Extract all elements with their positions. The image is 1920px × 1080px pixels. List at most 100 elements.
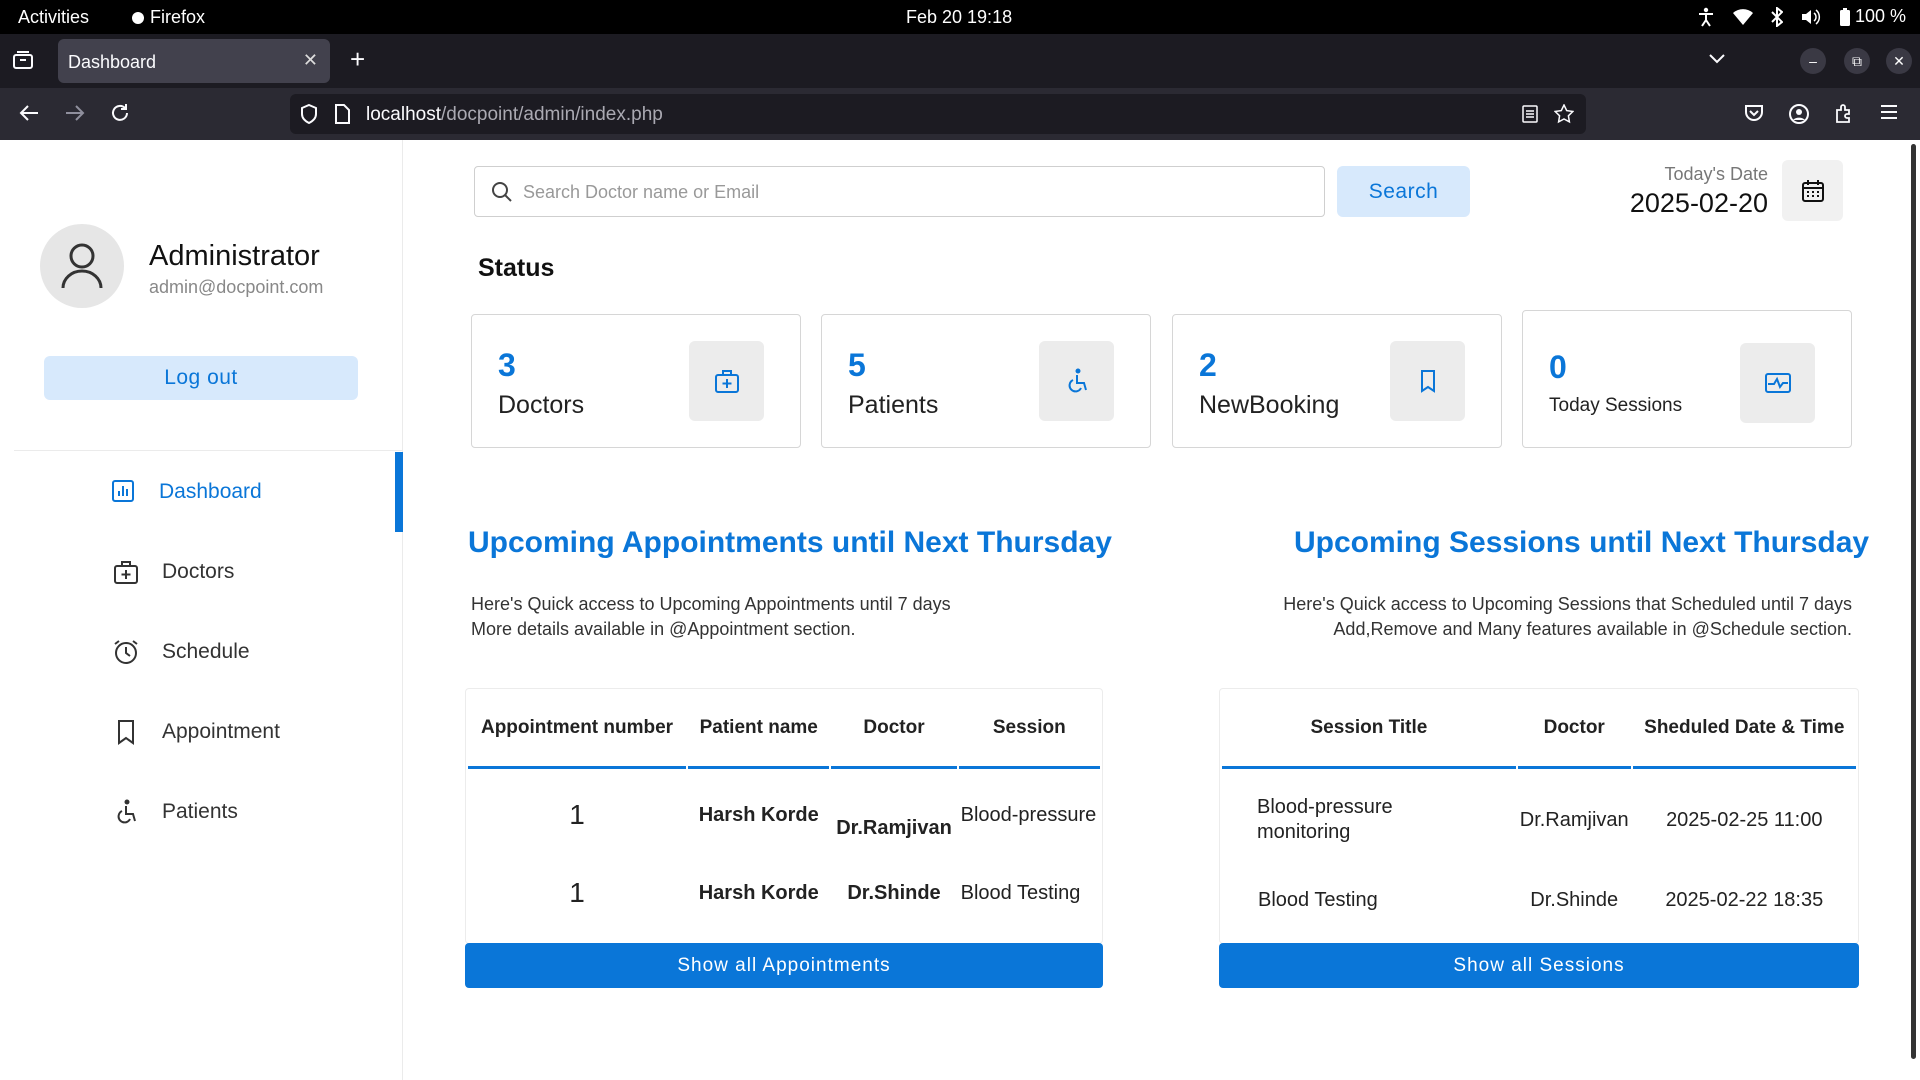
address-bar[interactable]: localhost/docpoint/admin/index.php [290, 94, 1586, 134]
column-header: Session Title [1222, 689, 1516, 769]
bookmark-icon [1390, 341, 1465, 421]
restore-icon[interactable]: ⧉ [1844, 48, 1870, 74]
doctor-bag-icon [689, 341, 764, 421]
sessions-heading: Upcoming Sessions until Next Thursday [1294, 526, 1870, 559]
appointment-number: 1 [569, 877, 585, 908]
hamburger-menu-icon[interactable] [1880, 103, 1898, 126]
clock[interactable]: Feb 20 19:18 [906, 7, 1012, 28]
browser-tab-dashboard[interactable]: Dashboard ✕ [58, 39, 330, 83]
bookmark-star-icon[interactable] [1553, 103, 1575, 129]
bookmark-icon [112, 718, 140, 751]
sidebar-item-label: Appointment [162, 720, 280, 743]
chevron-down-icon[interactable] [1708, 52, 1726, 70]
session-title: Blood Testing [1258, 888, 1378, 911]
app-menu[interactable]: Firefox [132, 7, 205, 28]
pocket-icon[interactable] [1744, 103, 1764, 128]
forward-arrow-icon[interactable] [64, 103, 86, 128]
doctor-name: Dr.Ramjivan [836, 816, 952, 839]
tab-overview-icon[interactable] [12, 50, 34, 75]
stat-card-doctors[interactable]: 3 Doctors [471, 314, 801, 448]
column-header: Sheduled Date & Time [1632, 689, 1856, 769]
url-path: /docpoint/admin/index.php [441, 104, 663, 125]
close-window-icon[interactable]: ✕ [1886, 48, 1912, 74]
session-title: Blood-pressure monitoring [1222, 769, 1516, 871]
stat-card-new-booking[interactable]: 2 NewBooking [1172, 314, 1502, 448]
session-doctor: Dr.Shinde [1530, 888, 1619, 911]
doctor-bag-icon [112, 558, 140, 591]
dashboard-icon [110, 478, 136, 509]
sessions-desc-line: Here's Quick access to Upcoming Sessions… [1283, 594, 1852, 614]
stat-label: NewBooking [1199, 391, 1340, 419]
search-icon [491, 181, 513, 208]
battery-icon [1839, 7, 1850, 26]
logout-button[interactable]: Log out [44, 356, 358, 400]
minimize-icon[interactable]: – [1800, 48, 1826, 74]
stat-label: Today Sessions [1549, 395, 1683, 416]
admin-email: admin@docpoint.com [149, 277, 324, 297]
page-icon[interactable] [334, 104, 350, 129]
new-tab-icon[interactable]: + [350, 46, 365, 72]
sessions-description: Here's Quick access to Upcoming Sessions… [1283, 592, 1852, 642]
show-all-appointments-button[interactable]: Show all Appointments [465, 943, 1103, 988]
user-icon [61, 243, 103, 289]
session-title-text: Blood-pressure monitoring [1257, 796, 1393, 843]
doctor-name: Dr.Shinde [847, 881, 941, 904]
page-scrollbar[interactable] [1911, 144, 1916, 1059]
table-row[interactable]: 1 Harsh Korde Dr.Shinde Blood Testing [468, 861, 1100, 941]
reload-icon[interactable] [110, 103, 130, 128]
admin-name: Administrator [149, 240, 320, 272]
table-row[interactable]: Blood Testing Dr.Shinde 2025-02-22 18:35 [1222, 871, 1856, 943]
sidebar-item-appointment[interactable]: Appointment [0, 704, 403, 760]
stat-value: 2 [1199, 347, 1217, 383]
activity-icon [1740, 343, 1815, 423]
shield-icon[interactable] [300, 103, 318, 129]
page-content: Administrator admin@docpoint.com Log out… [0, 140, 1920, 1080]
table-row[interactable]: Blood-pressure monitoring Dr.Ramjivan 20… [1222, 769, 1856, 871]
app-name: Firefox [150, 7, 206, 27]
sidebar-item-dashboard[interactable]: Dashboard [0, 452, 403, 532]
column-header: Appointment number [468, 689, 687, 769]
sidebar-item-patients[interactable]: Patients [0, 784, 403, 840]
sidebar: Administrator admin@docpoint.com Log out… [0, 140, 403, 1080]
tab-title: Dashboard [68, 52, 157, 72]
patient-name: Harsh Korde [698, 803, 819, 826]
stat-card-today-sessions[interactable]: 0 Today Sessions [1522, 310, 1852, 448]
sessions-table: Session Title Doctor Sheduled Date & Tim… [1220, 689, 1858, 943]
calendar-button[interactable] [1782, 160, 1843, 221]
appointment-number: 1 [569, 799, 585, 830]
table-row[interactable]: 1 Harsh Korde Dr.Ramjivan Blood-pressure [468, 769, 1100, 861]
sidebar-item-doctors[interactable]: Doctors [0, 544, 403, 600]
show-all-sessions-button[interactable]: Show all Sessions [1219, 943, 1859, 988]
today-date-value: 2025-02-20 [1629, 188, 1768, 218]
search-input[interactable] [523, 179, 1303, 205]
sidebar-item-schedule[interactable]: Schedule [0, 624, 403, 680]
battery-level: 100 % [1854, 6, 1906, 26]
search-button[interactable]: Search [1337, 166, 1470, 217]
wheelchair-icon [1039, 341, 1114, 421]
account-icon[interactable] [1788, 103, 1810, 130]
session-doctor: Dr.Ramjivan [1519, 808, 1629, 831]
url-host: localhost [366, 104, 441, 125]
sidebar-item-label: Patients [162, 800, 238, 823]
column-header: Doctor [1517, 689, 1631, 769]
search-box[interactable] [474, 166, 1325, 217]
sidebar-item-label: Schedule [162, 640, 250, 663]
extensions-icon[interactable] [1834, 103, 1854, 128]
browser-nav-bar: localhost/docpoint/admin/index.php [0, 88, 1920, 140]
stat-card-patients[interactable]: 5 Patients [821, 314, 1151, 448]
system-tray[interactable]: 100 % [1697, 6, 1906, 27]
column-header: Doctor [831, 689, 957, 769]
back-arrow-icon[interactable] [18, 103, 40, 128]
appointments-table: Appointment number Patient name Doctor S… [466, 689, 1102, 941]
stat-value: 5 [848, 347, 866, 383]
reader-view-icon[interactable] [1522, 104, 1538, 129]
activities-button[interactable]: Activities [18, 7, 89, 28]
session-datetime: 2025-02-22 18:35 [1665, 888, 1824, 911]
accessibility-icon [1698, 7, 1713, 27]
stat-label: Patients [848, 391, 939, 419]
tab-close-icon[interactable]: ✕ [303, 50, 318, 71]
session-name: Blood-pressure [960, 803, 1097, 826]
patient-name: Harsh Korde [698, 881, 819, 904]
avatar [40, 224, 124, 308]
url-text: localhost/docpoint/admin/index.php [366, 104, 663, 126]
